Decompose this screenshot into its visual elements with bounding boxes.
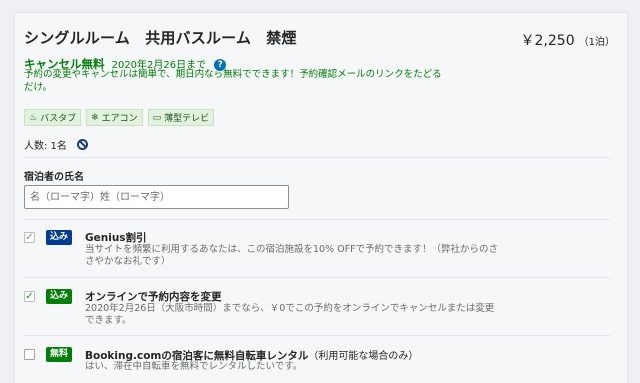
bath-icon: ♨: [29, 112, 38, 123]
facility-list: ♨ バスタブ ❄ エアコン ▭ 薄型テレビ: [24, 109, 215, 126]
room-price: ￥2,250 （1泊）: [521, 30, 615, 50]
facility-flat-tv: ▭ 薄型テレビ: [147, 109, 215, 126]
option-description: 2020年2月26日（大阪市時間）までなら、￥0でこの予約をオンラインでキャンセ…: [85, 303, 495, 326]
divider: [24, 335, 610, 336]
facility-bathtub: ♨ バスタブ: [24, 109, 82, 126]
online-change-checkbox[interactable]: ✓: [24, 291, 35, 302]
option-title: オンラインで予約内容を変更: [85, 291, 222, 303]
bicycle-rental-checkbox[interactable]: [24, 349, 35, 360]
genius-checkbox[interactable]: ✓: [24, 232, 35, 243]
guest-count: 人数: 1名: [24, 137, 88, 152]
divider: [24, 219, 610, 220]
guest-count-label: 人数: 1名: [24, 141, 67, 152]
divider: [24, 157, 610, 158]
price-unit: （1泊）: [578, 37, 615, 48]
free-badge: 無料: [46, 347, 72, 362]
facility-label: 薄型テレビ: [164, 114, 210, 124]
option-title: Genius割引: [85, 232, 147, 244]
cancellation-description: 予約の変更やキャンセルは簡単で、期日内なら無料でできます！予約確認メールのリンク…: [24, 69, 442, 93]
option-description: 当サイトを頻繁に利用するあなたは、この宿泊施設を10% OFFで予約できます！（…: [85, 244, 499, 267]
included-badge: 込み: [46, 289, 72, 304]
room-title: シングルルーム 共用バスルーム 禁煙: [24, 29, 297, 47]
facility-air-conditioning: ❄ エアコン: [86, 109, 143, 126]
included-badge: 込み: [46, 230, 72, 245]
tv-icon: ▭: [152, 112, 162, 123]
price-amount: ￥2,250: [520, 33, 575, 49]
guest-name-label: 宿泊者の氏名: [24, 172, 84, 183]
no-smoking-icon: [76, 139, 88, 150]
divider: [24, 277, 610, 278]
option-description: はい、滞在中自転車を無料でレンタルしたいです。: [85, 361, 303, 372]
room-card: シングルルーム 共用バスルーム 禁煙 ￥2,250 （1泊） キャンセル無料 20…: [14, 12, 628, 383]
guest-name-input[interactable]: [24, 185, 289, 209]
facility-label: バスタブ: [40, 114, 77, 124]
snowflake-icon: ❄: [91, 112, 99, 123]
facility-label: エアコン: [101, 114, 138, 124]
